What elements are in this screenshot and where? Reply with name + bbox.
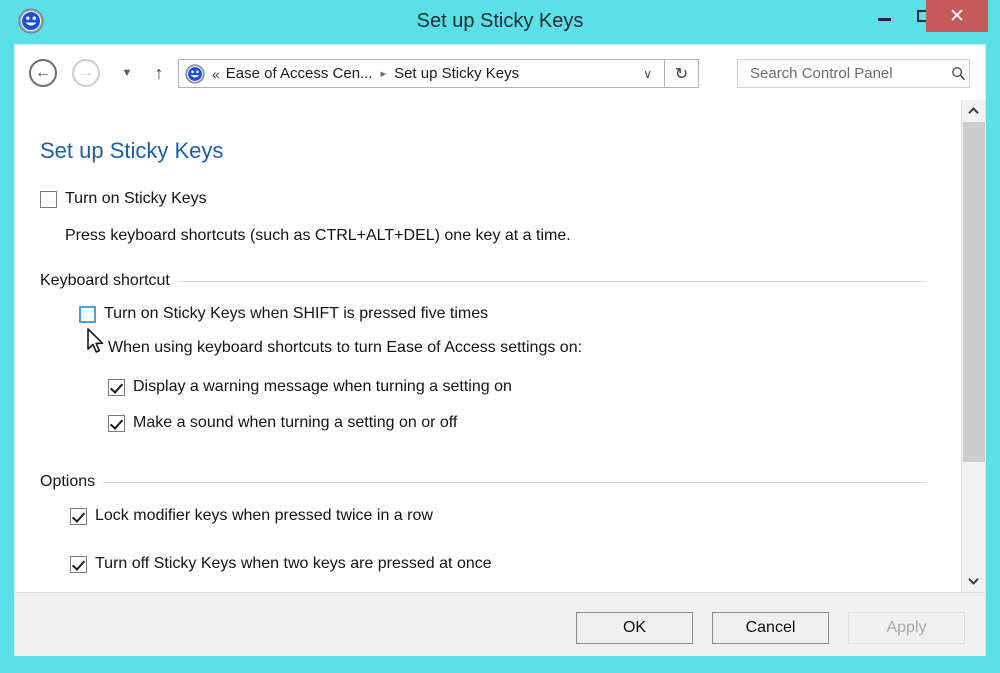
checkbox-label-shift-five-times: Turn on Sticky Keys when SHIFT is presse… xyxy=(104,305,489,322)
refresh-button[interactable]: ↻ xyxy=(665,59,699,88)
group-divider xyxy=(103,481,926,483)
breadcrumb-overflow-icon[interactable]: « xyxy=(212,66,220,82)
back-button[interactable]: ← xyxy=(29,59,57,87)
apply-button[interactable]: Apply xyxy=(848,612,965,644)
address-ease-of-access-icon xyxy=(185,63,205,84)
minimize-button[interactable] xyxy=(864,0,904,32)
checkbox-row-make-sound[interactable]: Make a sound when turning a setting on o… xyxy=(108,413,457,432)
ok-button[interactable]: OK xyxy=(576,612,693,644)
main-description: Press keyboard shortcuts (such as CTRL+A… xyxy=(65,227,571,244)
address-bar[interactable]: « Ease of Access Cen... ▸ Set up Sticky … xyxy=(178,59,665,88)
breadcrumb-separator-icon[interactable]: ▸ xyxy=(381,67,387,80)
breadcrumb-item-set-up-sticky-keys[interactable]: Set up Sticky Keys xyxy=(394,65,519,82)
breadcrumb-item-ease-of-access-center[interactable]: Ease of Access Cen... xyxy=(226,65,373,82)
close-icon: ✕ xyxy=(949,5,965,27)
vertical-scrollbar[interactable] xyxy=(961,100,985,592)
checkbox-row-shift-five-times[interactable]: Turn on Sticky Keys when SHIFT is presse… xyxy=(79,304,488,323)
keyboard-shortcut-sub-label: When using keyboard shortcuts to turn Ea… xyxy=(108,339,583,356)
up-arrow-icon: ↑ xyxy=(154,62,164,83)
control-panel-window: Set up Sticky Keys ✕ ← → ▼ ↑ « Ease of A… xyxy=(0,0,1000,673)
checkbox-row-turn-off-two-keys[interactable]: Turn off Sticky Keys when two keys are p… xyxy=(70,554,492,573)
cancel-button[interactable]: Cancel xyxy=(712,612,829,644)
title-bar: Set up Sticky Keys ✕ xyxy=(0,0,1000,44)
forward-button[interactable]: → xyxy=(72,59,100,87)
checkbox-label-display-warning-message: Display a warning message when turning a… xyxy=(133,378,512,395)
page-title: Set up Sticky Keys xyxy=(40,138,224,163)
search-input[interactable] xyxy=(748,64,951,83)
navigation-toolbar: ← → ▼ ↑ « Ease of Access Cen... ▸ Set up… xyxy=(15,45,985,100)
close-button[interactable]: ✕ xyxy=(926,0,988,32)
checkbox-display-warning-message[interactable] xyxy=(108,379,125,396)
checkbox-make-a-sound[interactable] xyxy=(108,415,125,432)
recent-pages-button[interactable]: ▼ xyxy=(117,64,137,82)
checkbox-row-display-warning[interactable]: Display a warning message when turning a… xyxy=(108,377,512,396)
checkbox-lock-modifier-keys[interactable] xyxy=(70,508,87,525)
search-icon xyxy=(951,66,966,81)
scrollbar-thumb[interactable] xyxy=(963,122,985,462)
back-arrow-icon: ← xyxy=(35,64,51,81)
checkbox-turn-on-sticky-keys[interactable] xyxy=(40,191,57,208)
up-level-button[interactable]: ↑ xyxy=(148,61,170,85)
address-dropdown-icon[interactable]: ∨ xyxy=(643,67,652,81)
checkbox-label-turn-on-sticky-keys: Turn on Sticky Keys xyxy=(65,190,207,207)
refresh-icon: ↻ xyxy=(674,65,689,83)
checkbox-label-turn-off-sticky-keys-two-keys: Turn off Sticky Keys when two keys are p… xyxy=(95,555,492,572)
minimize-icon xyxy=(877,18,891,21)
group-divider xyxy=(177,280,926,282)
group-title-keyboard-shortcut: Keyboard shortcut xyxy=(40,272,170,289)
window-title: Set up Sticky Keys xyxy=(416,10,584,32)
checkbox-shift-five-times[interactable] xyxy=(79,306,96,323)
group-header-options: Options xyxy=(40,473,926,491)
checkbox-label-lock-modifier-keys: Lock modifier keys when pressed twice in… xyxy=(95,507,433,524)
checkbox-label-make-a-sound: Make a sound when turning a setting on o… xyxy=(133,414,458,431)
content-pane: Set up Sticky Keys Turn on Sticky Keys P… xyxy=(15,100,961,592)
dialog-footer: OK Cancel Apply xyxy=(15,592,985,656)
chevron-down-icon: ▼ xyxy=(121,67,133,79)
search-box[interactable] xyxy=(737,59,970,88)
checkbox-row-lock-modifier-keys[interactable]: Lock modifier keys when pressed twice in… xyxy=(70,506,433,525)
forward-arrow-icon: → xyxy=(78,64,94,81)
group-header-keyboard-shortcut: Keyboard shortcut xyxy=(40,272,926,290)
checkbox-turn-off-sticky-keys-two-keys[interactable] xyxy=(70,556,87,573)
chevron-up-icon xyxy=(968,107,979,114)
group-title-options: Options xyxy=(40,473,96,490)
chevron-down-icon xyxy=(968,578,979,585)
scroll-up-button[interactable] xyxy=(962,100,985,122)
scroll-down-button[interactable] xyxy=(962,570,985,592)
checkbox-row-turn-on-sticky-keys[interactable]: Turn on Sticky Keys xyxy=(40,189,207,208)
